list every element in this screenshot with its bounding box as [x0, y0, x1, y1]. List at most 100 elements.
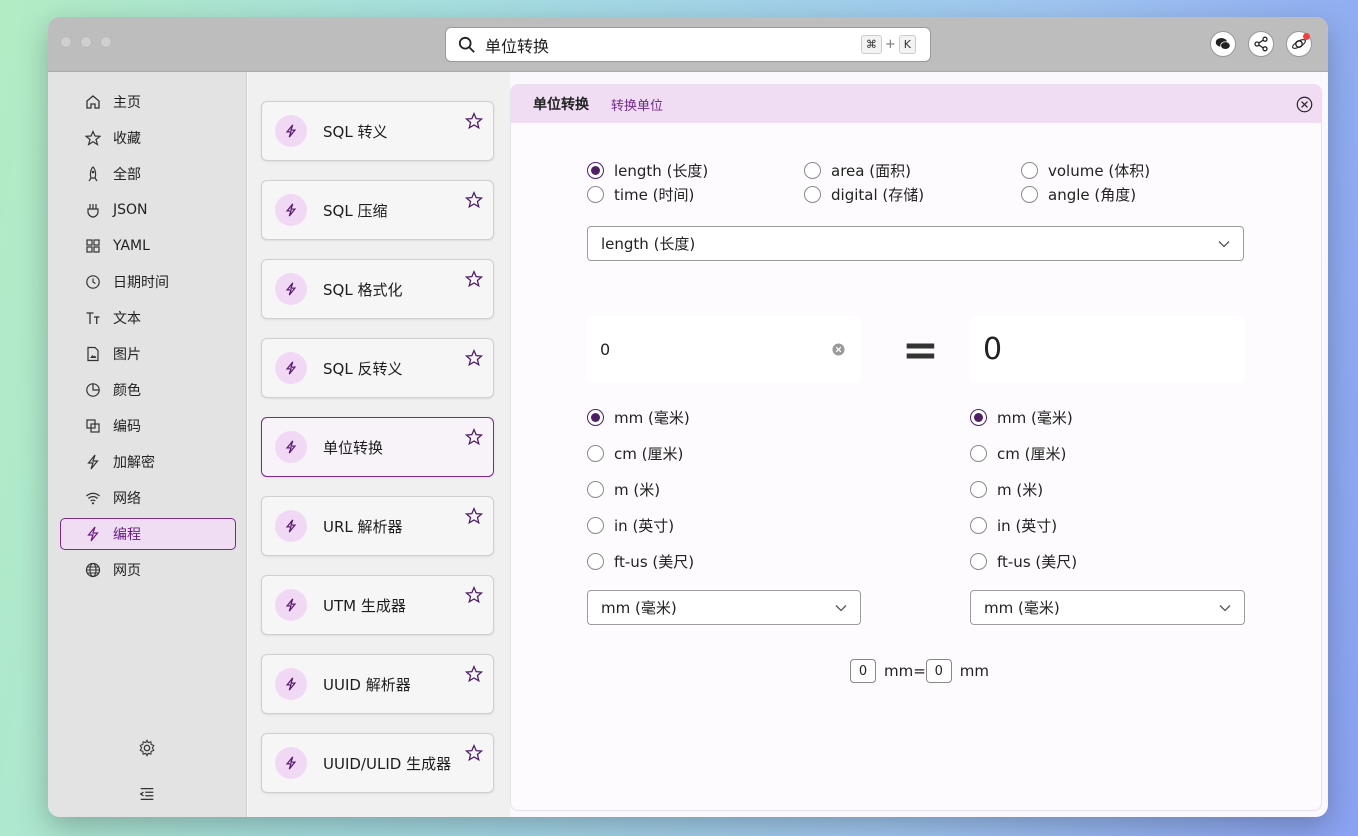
radio-button[interactable] [804, 186, 821, 203]
to-unit-ft-us[interactable]: ft-us (美尺) [970, 551, 1077, 572]
radio-button[interactable] [970, 445, 987, 462]
minimize-window-button[interactable] [80, 36, 92, 48]
sidebar-item-yaml[interactable]: YAML [60, 230, 236, 262]
sidebar-item-programming[interactable]: 编程 [60, 518, 236, 550]
share-button[interactable] [1248, 31, 1274, 57]
tool-card-sql-unescape[interactable]: SQL 反转义 [261, 338, 494, 398]
clear-input-icon[interactable] [832, 343, 845, 356]
tool-badge [275, 668, 307, 700]
wechat-button[interactable] [1210, 31, 1236, 57]
collapse-sidebar-button[interactable] [138, 785, 156, 803]
radio-button[interactable] [587, 162, 604, 179]
from-unit-ft-us[interactable]: ft-us (美尺) [587, 551, 694, 572]
sidebar-item-datetime[interactable]: 日期时间 [60, 266, 236, 298]
favorite-star-icon[interactable] [465, 665, 483, 683]
radio-button[interactable] [970, 481, 987, 498]
radio-button[interactable] [587, 481, 604, 498]
input-value-box[interactable]: 0 [587, 316, 861, 383]
category-area[interactable]: area (面积) [804, 160, 911, 181]
favorite-star-icon[interactable] [465, 744, 483, 762]
tool-card-utm-generator[interactable]: UTM 生成器 [261, 575, 494, 635]
output-value-box: 0 [970, 316, 1245, 383]
sidebar-item-favorites[interactable]: 收藏 [60, 122, 236, 154]
to-unit-select[interactable]: mm (毫米) [970, 590, 1245, 625]
close-window-button[interactable] [60, 36, 72, 48]
from-unit-mm[interactable]: mm (毫米) [587, 407, 690, 428]
close-icon[interactable] [1296, 96, 1313, 113]
bolt-icon [285, 519, 297, 533]
category-length[interactable]: length (长度) [587, 160, 708, 181]
sidebar-item-label: 日期时间 [113, 275, 169, 291]
sidebar-item-image[interactable]: 图片 [60, 338, 236, 370]
category-time[interactable]: time (时间) [587, 184, 694, 205]
from-unit-m[interactable]: m (米) [587, 479, 660, 500]
radio-button[interactable] [587, 517, 604, 534]
sidebar-item-network[interactable]: 网络 [60, 482, 236, 514]
radio-button[interactable] [970, 553, 987, 570]
favorite-star-icon[interactable] [465, 191, 483, 209]
share-icon [1254, 36, 1268, 52]
shortcut-plus: + [884, 37, 896, 52]
sidebar-item-text[interactable]: 文本 [60, 302, 236, 334]
radio-label: cm (厘米) [997, 445, 1067, 463]
sidebar-item-all[interactable]: 全部 [60, 158, 236, 190]
sidebar-item-label: 文本 [113, 311, 141, 327]
tool-card-sql-escape[interactable]: SQL 转义 [261, 101, 494, 161]
grid-icon [85, 238, 101, 254]
globe-icon [85, 562, 101, 578]
sidebar-item-encoding[interactable]: 编码 [60, 410, 236, 442]
tool-card-sql-format[interactable]: SQL 格式化 [261, 259, 494, 319]
category-digital[interactable]: digital (存储) [804, 184, 924, 205]
tool-badge [275, 352, 307, 384]
zoom-window-button[interactable] [100, 36, 112, 48]
favorite-star-icon[interactable] [465, 507, 483, 525]
radio-button[interactable] [970, 517, 987, 534]
search-input[interactable]: 单位转换 [485, 33, 861, 57]
radio-button[interactable] [587, 445, 604, 462]
favorite-star-icon[interactable] [465, 349, 483, 367]
select-value: length (长度) [601, 235, 696, 253]
radio-button[interactable] [804, 162, 821, 179]
tool-card-unit-converter[interactable]: 单位转换 [261, 417, 494, 477]
tool-card-uuid-parser[interactable]: UUID 解析器 [261, 654, 494, 714]
favorite-star-icon[interactable] [465, 586, 483, 604]
from-unit-in[interactable]: in (英寸) [587, 515, 674, 536]
sidebar-item-label: YAML [113, 238, 150, 254]
sidebar-item-home[interactable]: 主页 [60, 86, 236, 118]
sidebar-item-label: 收藏 [113, 131, 141, 147]
equals-sign: = [902, 325, 939, 376]
favorite-star-icon[interactable] [465, 112, 483, 130]
category-angle[interactable]: angle (角度) [1021, 184, 1136, 205]
to-unit-mm[interactable]: mm (毫米) [970, 407, 1073, 428]
update-button[interactable] [1286, 31, 1312, 57]
settings-button[interactable] [138, 739, 156, 757]
sidebar-item-crypto[interactable]: 加解密 [60, 446, 236, 478]
radio-button[interactable] [1021, 162, 1038, 179]
category-volume[interactable]: volume (体积) [1021, 160, 1150, 181]
unit-converter-panel: 单位转换 转换单位 length (长度) area (面积) volume (… [510, 84, 1322, 811]
from-unit-cm[interactable]: cm (厘米) [587, 443, 683, 464]
input-value[interactable]: 0 [600, 340, 832, 359]
radio-button[interactable] [970, 409, 987, 426]
sidebar-item-web[interactable]: 网页 [60, 554, 236, 586]
favorite-star-icon[interactable] [465, 270, 483, 288]
radio-label: mm (毫米) [614, 409, 690, 427]
sidebar-item-json[interactable]: JSON [60, 194, 236, 226]
to-unit-in[interactable]: in (英寸) [970, 515, 1057, 536]
tool-list: SQL 转义 SQL 压缩 SQL 格式化 SQL 反转义 单位转换 URL 解… [248, 72, 510, 817]
tool-card-sql-minify[interactable]: SQL 压缩 [261, 180, 494, 240]
radio-button[interactable] [1021, 186, 1038, 203]
category-select[interactable]: length (长度) [587, 226, 1244, 261]
radio-button[interactable] [587, 409, 604, 426]
radio-button[interactable] [587, 186, 604, 203]
tool-card-uuid-ulid-generator[interactable]: UUID/ULID 生成器 [261, 733, 494, 793]
radio-button[interactable] [587, 553, 604, 570]
to-unit-cm[interactable]: cm (厘米) [970, 443, 1066, 464]
tool-card-url-parser[interactable]: URL 解析器 [261, 496, 494, 556]
favorite-star-icon[interactable] [465, 428, 483, 446]
to-unit-m[interactable]: m (米) [970, 479, 1043, 500]
sidebar-item-color[interactable]: 颜色 [60, 374, 236, 406]
from-unit-select[interactable]: mm (毫米) [587, 590, 861, 625]
search-bar[interactable]: 单位转换 ⌘ + K [445, 27, 931, 62]
notification-dot [1303, 33, 1310, 40]
